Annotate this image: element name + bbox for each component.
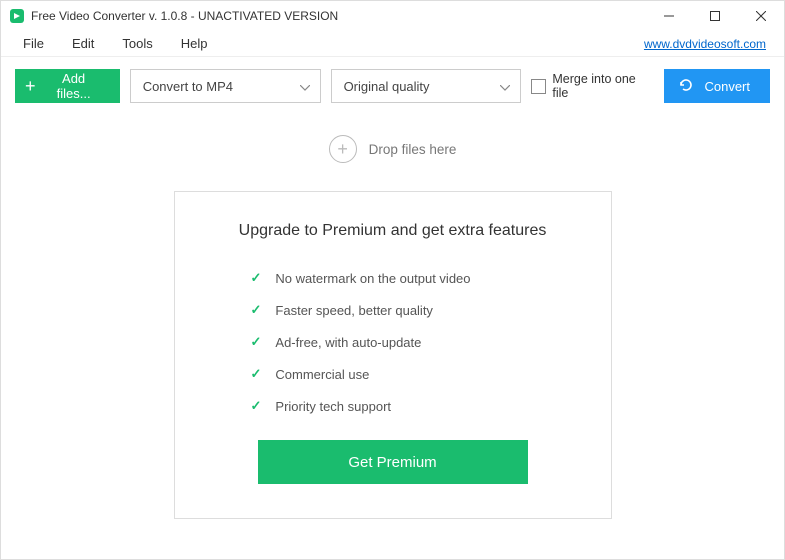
feature-label: Priority tech support (275, 399, 391, 414)
feature-label: Faster speed, better quality (275, 303, 433, 318)
plus-circle-icon: + (329, 135, 357, 163)
quality-dropdown[interactable]: Original quality (331, 69, 522, 103)
window-controls (646, 1, 784, 31)
menu-file[interactable]: File (9, 32, 58, 55)
app-icon (9, 8, 25, 24)
add-files-button[interactable]: + Add files... (15, 69, 120, 103)
feature-label: Commercial use (275, 367, 369, 382)
check-icon: ✓ (251, 334, 262, 350)
chevron-down-icon (300, 79, 310, 94)
convert-button[interactable]: Convert (664, 69, 770, 103)
chevron-down-icon (500, 79, 510, 94)
check-icon: ✓ (251, 302, 262, 318)
check-icon: ✓ (251, 366, 262, 382)
feature-item: ✓ Ad-free, with auto-update (251, 334, 571, 350)
window-title: Free Video Converter v. 1.0.8 - UNACTIVA… (31, 9, 646, 23)
format-selected: Convert to MP4 (143, 79, 233, 94)
merge-label: Merge into one file (552, 72, 654, 100)
upgrade-title: Upgrade to Premium and get extra feature… (215, 222, 571, 240)
feature-item: ✓ Priority tech support (251, 398, 571, 414)
check-icon: ✓ (251, 270, 262, 286)
drop-zone[interactable]: + Drop files here (329, 135, 457, 163)
titlebar: Free Video Converter v. 1.0.8 - UNACTIVA… (1, 1, 784, 31)
menubar: File Edit Tools Help www.dvdvideosoft.co… (1, 31, 784, 57)
drop-hint-label: Drop files here (369, 142, 457, 157)
feature-item: ✓ Commercial use (251, 366, 571, 382)
convert-label: Convert (704, 79, 750, 94)
quality-selected: Original quality (344, 79, 430, 94)
maximize-button[interactable] (692, 1, 738, 31)
plus-icon: + (25, 77, 36, 95)
menu-tools[interactable]: Tools (108, 32, 166, 55)
feature-list: ✓ No watermark on the output video ✓ Faste… (251, 270, 571, 414)
website-link[interactable]: www.dvdvideosoft.com (644, 37, 776, 51)
feature-item: ✓ No watermark on the output video (251, 270, 571, 286)
get-premium-button[interactable]: Get Premium (258, 440, 528, 484)
minimize-button[interactable] (646, 1, 692, 31)
feature-label: Ad-free, with auto-update (275, 335, 421, 350)
feature-item: ✓ Faster speed, better quality (251, 302, 571, 318)
merge-checkbox[interactable] (531, 79, 546, 94)
refresh-icon (678, 77, 694, 96)
format-dropdown[interactable]: Convert to MP4 (130, 69, 321, 103)
menu-help[interactable]: Help (167, 32, 222, 55)
close-button[interactable] (738, 1, 784, 31)
content-area: + Drop files here Upgrade to Premium and… (1, 117, 784, 519)
merge-checkbox-group[interactable]: Merge into one file (531, 72, 654, 100)
feature-label: No watermark on the output video (275, 271, 470, 286)
menu-edit[interactable]: Edit (58, 32, 108, 55)
toolbar: + Add files... Convert to MP4 Original q… (1, 57, 784, 117)
upgrade-panel: Upgrade to Premium and get extra feature… (174, 191, 612, 519)
check-icon: ✓ (251, 398, 262, 414)
add-files-label: Add files... (44, 71, 104, 101)
